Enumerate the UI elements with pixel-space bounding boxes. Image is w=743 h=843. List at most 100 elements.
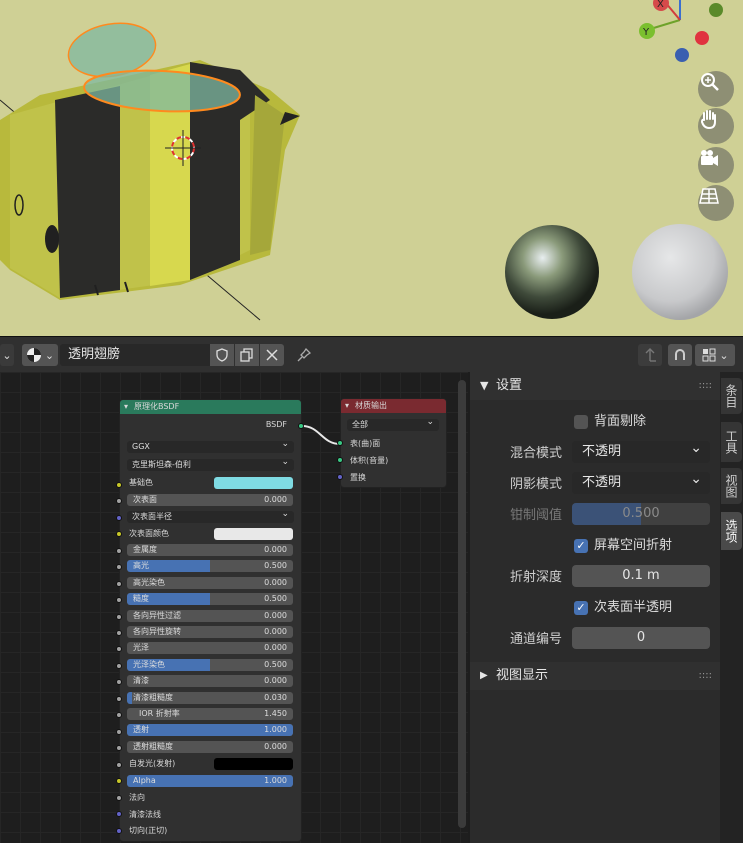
field-label: 光泽染色 [133, 659, 165, 669]
snap-toggle-button[interactable] [668, 344, 692, 366]
material-browse-button[interactable]: ⌄ [22, 344, 58, 366]
base-color-swatch[interactable] [214, 477, 293, 489]
hdri-diffuse-sphere [632, 224, 728, 320]
input-socket[interactable] [116, 548, 122, 554]
subsurface-method-dropdown[interactable]: 克里斯坦森-伯利 [127, 456, 294, 471]
input-socket[interactable] [116, 630, 122, 636]
shader-field[interactable]: 光泽染色 0.500 [127, 658, 293, 671]
input-socket[interactable] [116, 531, 122, 537]
editor-type-dropdown[interactable]: ⌄ [0, 344, 14, 366]
displacement-input-socket[interactable] [337, 474, 343, 480]
field-value: 0.000 [264, 741, 287, 751]
viewport-display-panel-header[interactable]: ▶ 视图显示 :::: [470, 662, 720, 690]
field-value: 0.000 [264, 627, 287, 636]
material-output-node[interactable]: 材质输出 全部 表(曲)面 体积(音量) 置换 [340, 398, 447, 488]
input-socket[interactable] [116, 696, 122, 702]
node-title[interactable]: 材质输出 [341, 399, 446, 413]
subsurface-field[interactable]: 次表面 0.000 [127, 494, 293, 506]
tab-options[interactable]: 选项 [721, 512, 742, 550]
duplicate-material-button[interactable] [235, 344, 259, 366]
input-socket[interactable] [116, 581, 122, 587]
sss-checkbox[interactable]: ✓ [574, 601, 588, 615]
input-socket[interactable] [116, 745, 122, 751]
navigation-gizmo[interactable]: X Y [639, 0, 723, 62]
shader-field[interactable]: 糙度 0.500 [127, 593, 293, 606]
surface-input-socket[interactable] [337, 440, 343, 446]
refraction-depth-field[interactable]: 0.1 m [572, 565, 710, 587]
pass-index-field[interactable]: 0 [572, 627, 710, 649]
input-socket[interactable] [116, 712, 122, 718]
input-socket[interactable] [116, 597, 122, 603]
pin-button[interactable] [292, 344, 316, 366]
volume-input-socket[interactable] [337, 457, 343, 463]
ssr-row[interactable]: ✓ 屏幕空间折射 [572, 535, 712, 557]
pin-icon [297, 347, 312, 362]
3d-viewport[interactable]: X Y [0, 0, 743, 336]
input-socket[interactable] [116, 729, 122, 735]
shader-field[interactable]: 光泽 0.000 [127, 642, 293, 655]
node-editor-canvas[interactable]: 原理化BSDF BSDF GGX 克里斯坦森-伯利 基础色 次表面0.000 次… [0, 372, 468, 843]
principled-bsdf-node[interactable]: 原理化BSDF BSDF GGX 克里斯坦森-伯利 基础色 次表面0.000 次… [119, 399, 302, 842]
drag-handle-icon[interactable]: :::: [699, 662, 712, 690]
input-socket[interactable] [116, 646, 122, 652]
distribution-dropdown[interactable]: GGX [127, 438, 294, 453]
input-socket[interactable] [116, 482, 122, 488]
sss-translucency-row[interactable]: ✓ 次表面半透明 [572, 597, 712, 619]
tab-view[interactable]: 视图 [721, 468, 742, 504]
input-socket[interactable] [116, 762, 122, 768]
node-title[interactable]: 原理化BSDF [120, 400, 301, 414]
tab-item[interactable]: 条目 [721, 378, 742, 414]
chevron-down-icon: ▼ [480, 379, 489, 392]
input-socket[interactable] [116, 515, 122, 521]
shader-field[interactable]: 透射粗糙度 0.000 [127, 740, 293, 753]
blend-mode-label: 混合模式 [509, 446, 562, 461]
unlink-material-button[interactable] [260, 344, 284, 366]
backface-culling-row[interactable]: 背面剔除 [572, 411, 712, 433]
settings-panel-header[interactable]: ▼ 设置 :::: [470, 372, 720, 400]
alpha-field[interactable]: Alpha 1.000 [127, 775, 293, 787]
bsdf-output-socket[interactable] [298, 423, 304, 429]
input-socket[interactable] [116, 828, 122, 834]
shadow-mode-dropdown[interactable]: 不透明 [572, 468, 710, 494]
drag-handle-icon[interactable]: :::: [699, 372, 712, 400]
shader-field[interactable]: 高光 0.500 [127, 560, 293, 573]
output-target-dropdown[interactable]: 全部 [347, 416, 439, 431]
input-socket[interactable] [116, 811, 122, 817]
shader-field[interactable]: 金属度 0.000 [127, 544, 293, 556]
refraction-depth-label: 折射深度 [509, 570, 562, 585]
shader-field[interactable]: IOR 折射率 1.450 [127, 708, 293, 720]
zoom-icon[interactable] [698, 71, 734, 107]
grid-icon[interactable] [698, 185, 734, 221]
tab-tool[interactable]: 工具 [721, 422, 742, 462]
ssr-checkbox[interactable]: ✓ [574, 539, 588, 553]
node-editor-header: ⌄ ⌄ 透明翅膀 ⌄ [0, 336, 743, 372]
input-socket[interactable] [116, 778, 122, 784]
camera-icon[interactable] [698, 147, 734, 183]
shader-field[interactable]: 清漆粗糙度 0.030 [127, 691, 293, 704]
hand-icon[interactable] [698, 108, 734, 144]
field-value: 0.500 [264, 659, 287, 669]
backface-checkbox[interactable] [574, 415, 588, 429]
fake-user-button[interactable] [210, 344, 234, 366]
shader-field[interactable]: 清漆 0.000 [127, 675, 293, 688]
input-socket[interactable] [116, 795, 122, 801]
input-socket[interactable] [116, 498, 122, 504]
blend-mode-dropdown[interactable]: 不透明 [572, 437, 710, 463]
input-socket[interactable] [116, 564, 122, 570]
subsurface-radius-dropdown[interactable]: 次表面半径 [127, 508, 294, 523]
parent-node-tree-button[interactable] [638, 344, 662, 366]
material-name-field[interactable]: 透明翅膀 [60, 344, 210, 366]
canvas-scrollbar[interactable] [458, 380, 466, 828]
shader-field[interactable]: 各向异性过滤 0.000 [127, 609, 293, 622]
snap-element-dropdown[interactable]: ⌄ [695, 344, 735, 366]
shader-field[interactable]: 高光染色 0.000 [127, 576, 293, 589]
input-socket[interactable] [116, 614, 122, 620]
emission-color-swatch[interactable] [214, 758, 293, 770]
input-socket[interactable] [116, 663, 122, 669]
subsurface-color-swatch[interactable] [214, 528, 293, 540]
svg-text:Y: Y [642, 27, 650, 38]
shader-field[interactable]: 透射 1.000 [127, 724, 293, 737]
input-socket[interactable] [116, 679, 122, 685]
field-label: 金属度 [133, 545, 157, 554]
shader-field[interactable]: 各向异性旋转 0.000 [127, 626, 293, 638]
